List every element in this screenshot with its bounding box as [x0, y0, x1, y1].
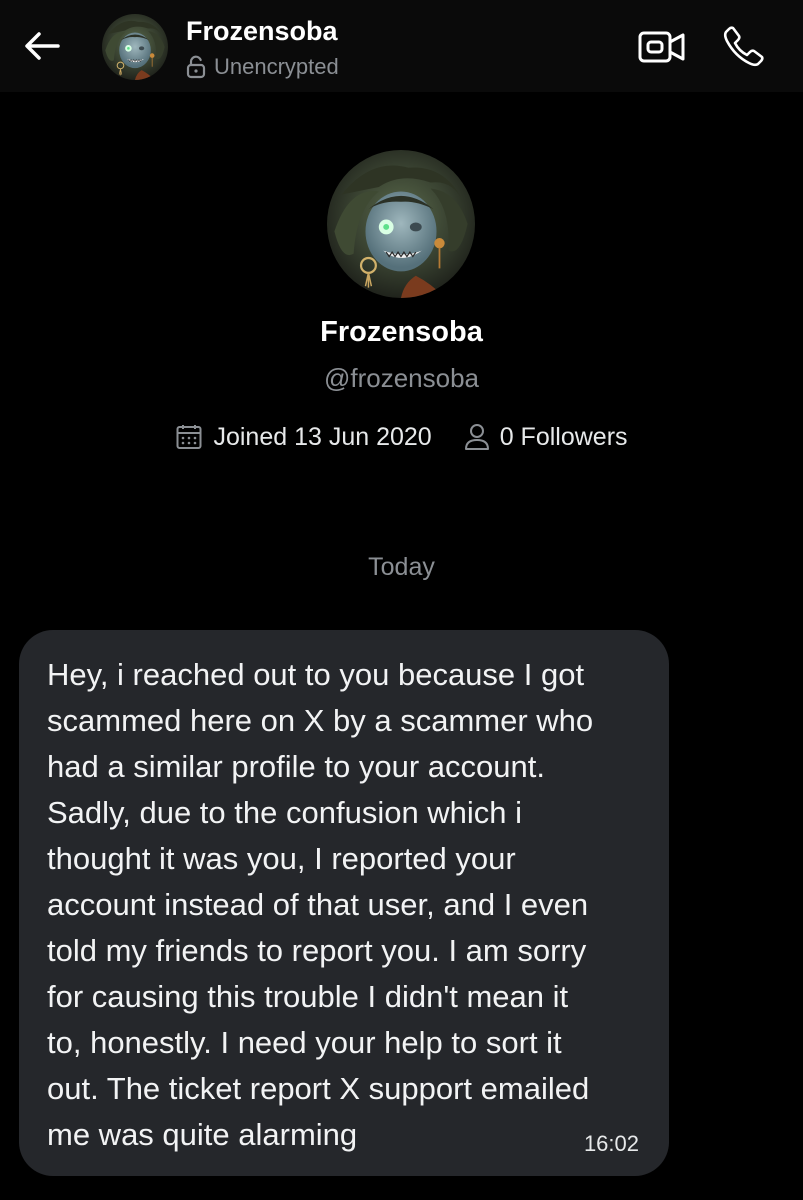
unlocked-padlock-icon — [186, 55, 206, 79]
profile-avatar[interactable] — [327, 150, 475, 298]
header-avatar[interactable] — [102, 14, 168, 80]
video-camera-icon — [638, 31, 685, 63]
followers-count-label: 0 Followers — [499, 422, 628, 451]
joined-date-label: Joined 13 Jun 2020 — [213, 422, 432, 451]
calendar-icon — [176, 425, 202, 449]
followers-count[interactable]: 0 Followers — [464, 423, 628, 452]
person-icon — [464, 424, 489, 450]
header-contact-name[interactable]: Frozensoba — [186, 16, 338, 47]
chat-header: Frozensoba Unencrypted — [0, 0, 803, 92]
back-button[interactable] — [20, 24, 64, 68]
encryption-status-label: Unencrypted — [214, 54, 339, 79]
encryption-status: Unencrypted — [186, 53, 339, 81]
profile-handle[interactable]: @frozensoba — [0, 363, 803, 394]
message-timestamp: 16:02 — [583, 1131, 639, 1156]
profile-name[interactable]: Frozensoba — [0, 316, 803, 349]
profile-meta: Joined 13 Jun 2020 0 Followers — [0, 418, 803, 456]
voice-call-button[interactable] — [718, 20, 770, 72]
date-separator: Today — [368, 553, 435, 581]
arrow-left-icon — [25, 32, 60, 60]
message-text: Hey, i reached out to you because I got … — [47, 657, 594, 1152]
joined-date: Joined 13 Jun 2020 — [175, 422, 432, 452]
message-bubble[interactable]: Hey, i reached out to you because I got … — [19, 630, 669, 1176]
phone-icon — [723, 26, 764, 67]
video-call-button[interactable] — [636, 24, 688, 70]
